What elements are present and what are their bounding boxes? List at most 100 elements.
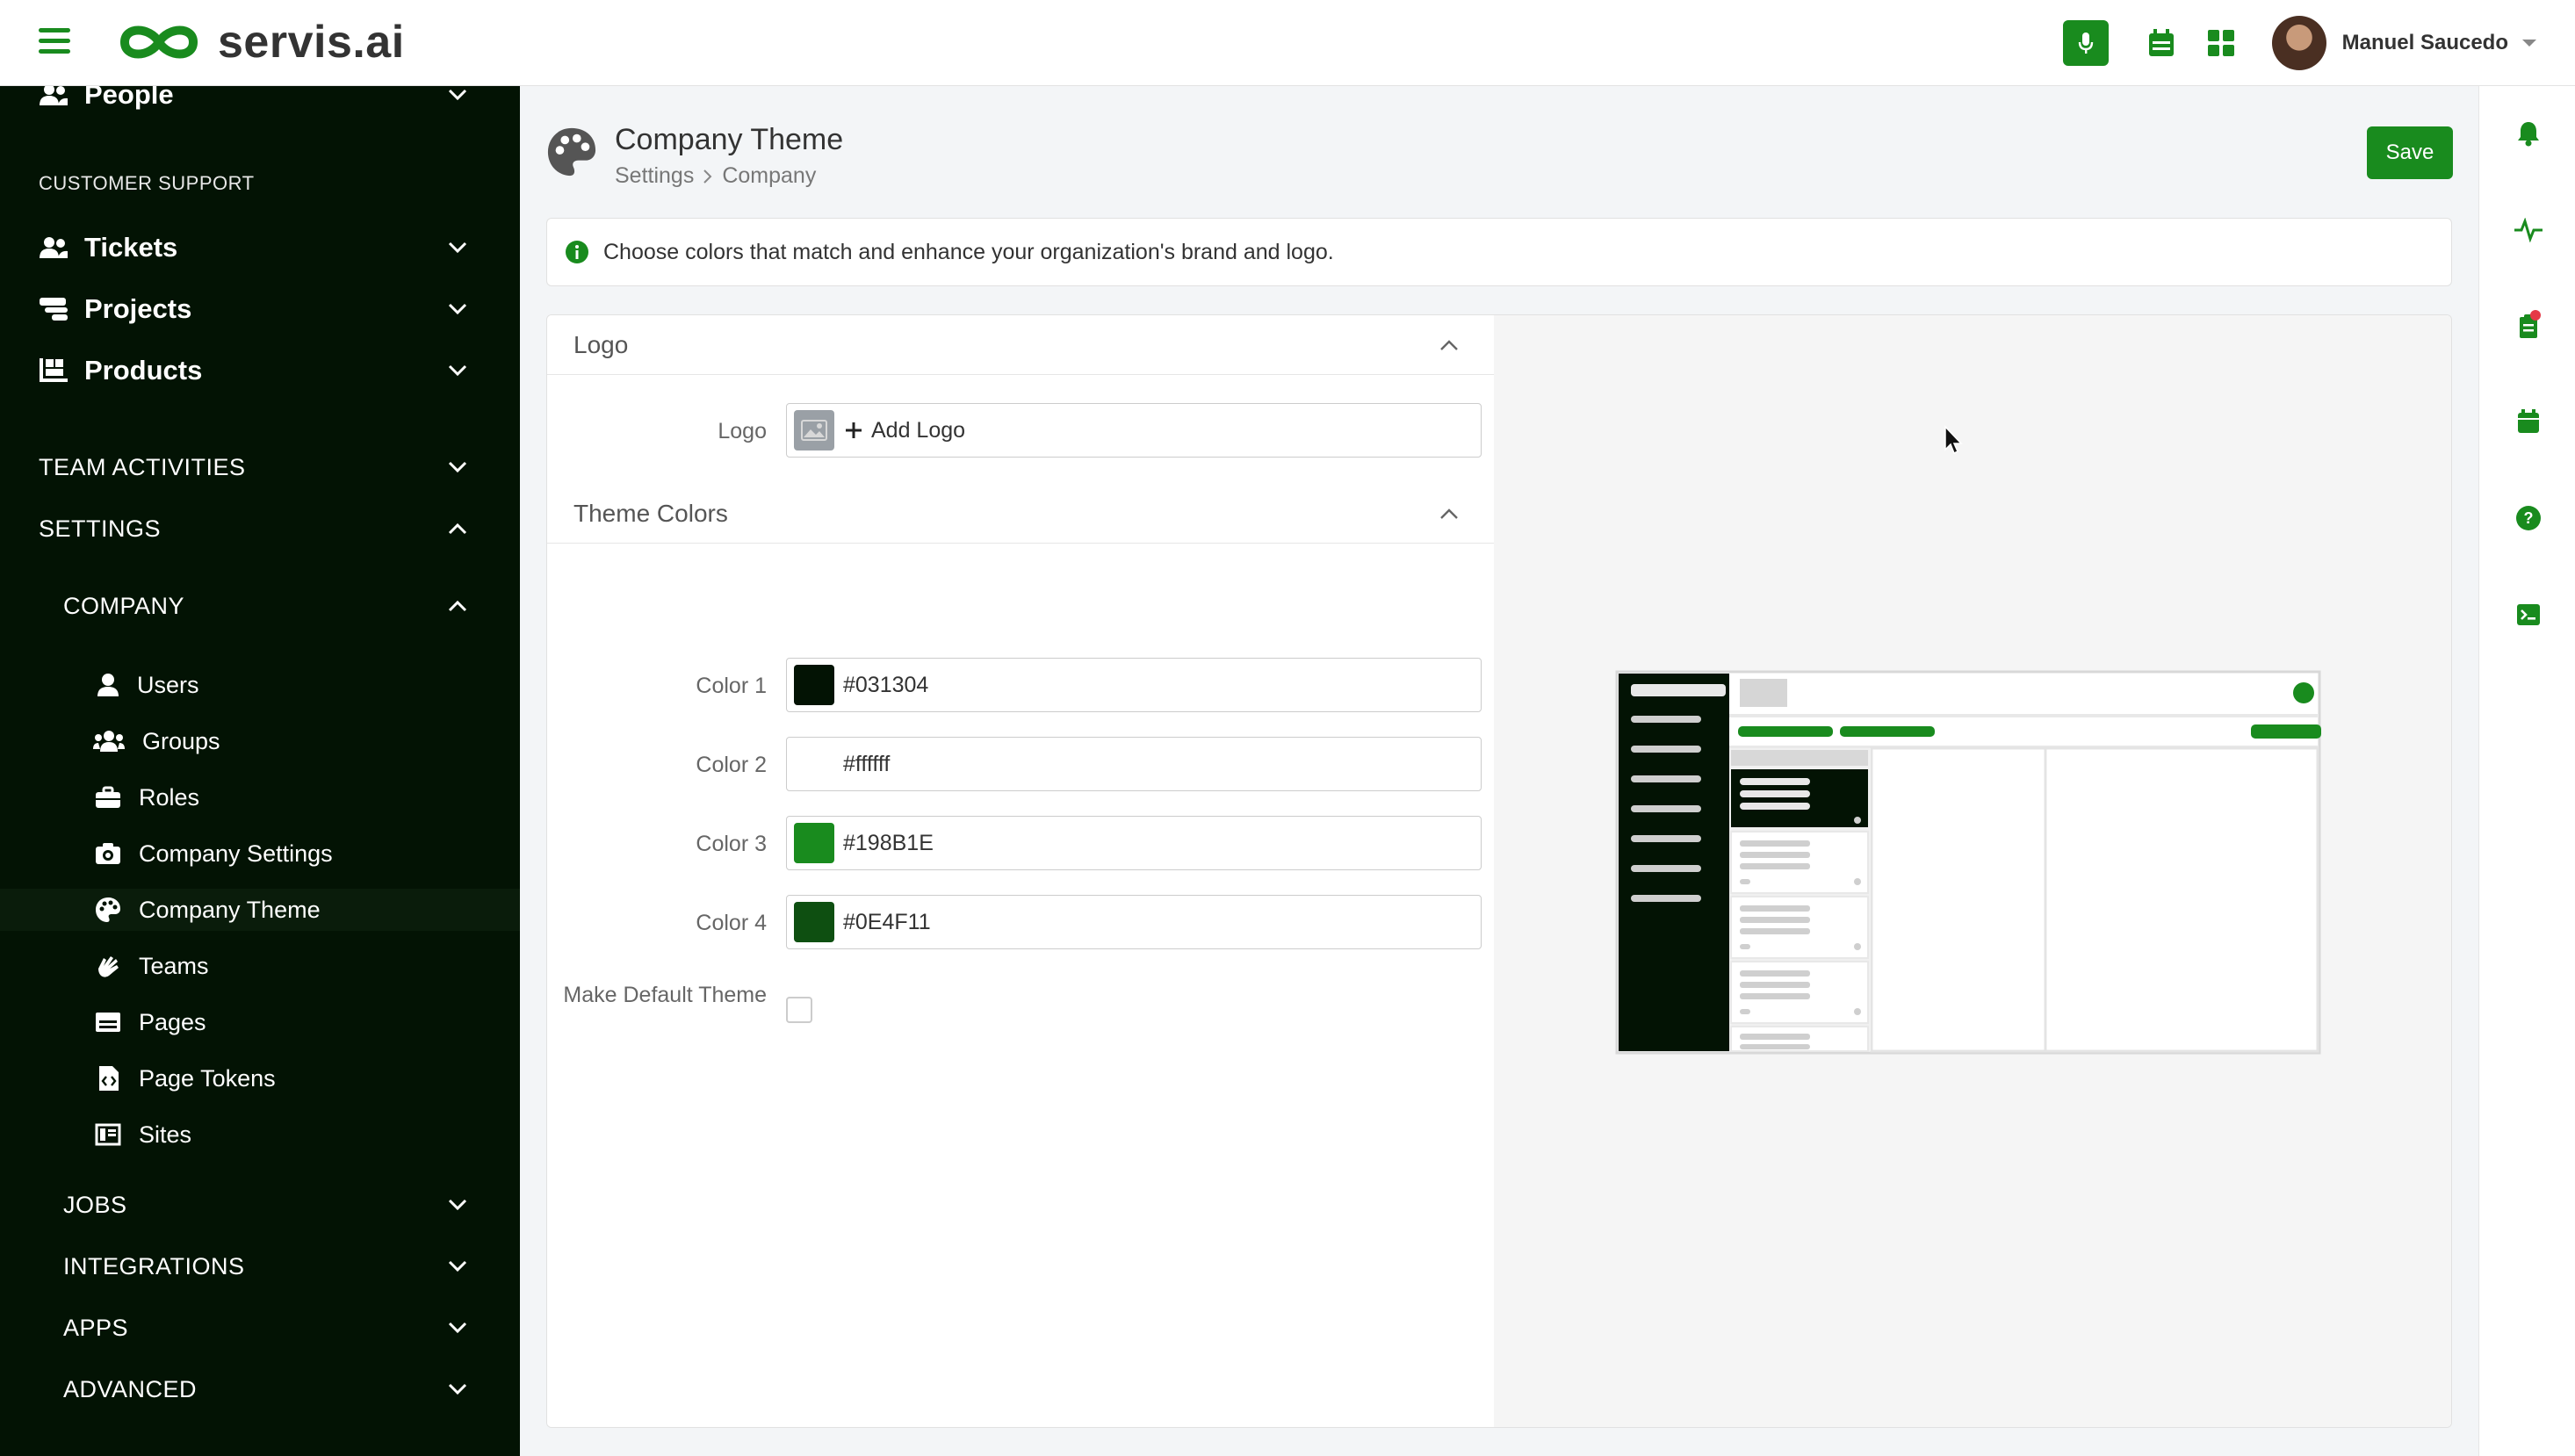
help-icon[interactable]: ? (2513, 502, 2544, 534)
chevron-down-icon (448, 1260, 467, 1272)
logo-section-header[interactable]: Logo (547, 315, 1494, 375)
sidebar-item-apps[interactable]: APPS (0, 1308, 520, 1347)
sidebar-item-users[interactable]: Users (0, 664, 520, 706)
chevron-up-icon (1440, 508, 1458, 519)
chevron-up-icon (448, 523, 467, 535)
sidebar-item-label: Products (84, 355, 203, 386)
groups-icon (93, 731, 125, 752)
theme-preview-area (1494, 315, 2451, 1427)
chevron-down-icon (448, 303, 467, 315)
sidebar-item-team-activities[interactable]: TEAM ACTIVITIES (0, 448, 520, 487)
theme-form: Logo Logo Add Logo Theme Colors Color 1 … (547, 315, 1494, 1427)
color-3-label: Color 3 (696, 832, 767, 856)
main-content: Company Theme Settings Company Save Choo… (520, 86, 2478, 1456)
plus-icon (846, 422, 862, 438)
color-1-label: Color 1 (696, 674, 767, 698)
chevron-down-icon (448, 89, 467, 101)
svg-text:?: ? (2524, 509, 2534, 527)
info-banner: Choose colors that match and enhance you… (546, 218, 2452, 286)
color-4-input[interactable]: #0E4F11 (786, 895, 1482, 949)
chevron-down-icon (448, 241, 467, 254)
add-logo-field[interactable]: Add Logo (786, 403, 1482, 458)
color-4-value: #0E4F11 (843, 909, 931, 934)
preview-sidebar (1619, 674, 1729, 1051)
chevron-down-icon (448, 1383, 467, 1395)
theme-colors-section-header[interactable]: Theme Colors (547, 484, 1494, 544)
theme-preview (1615, 670, 2321, 1055)
chevron-right-icon (703, 169, 712, 184)
sidebar-item-integrations[interactable]: INTEGRATIONS (0, 1247, 520, 1286)
image-placeholder-icon (794, 410, 834, 450)
brand-name: servis.ai (218, 17, 405, 68)
hands-icon (98, 956, 119, 977)
palette-icon (547, 127, 596, 177)
chevron-down-icon (448, 461, 467, 473)
mouse-cursor-icon (1944, 425, 1963, 455)
sidebar-item-products[interactable]: Products (0, 350, 520, 392)
apps-grid-button[interactable] (2198, 20, 2244, 66)
sidebar-item-roles[interactable]: Roles (0, 776, 520, 818)
right-rail: ? (2478, 86, 2575, 1456)
tasks-icon[interactable] (2513, 309, 2544, 341)
brand-logo[interactable]: servis.ai (114, 16, 405, 68)
breadcrumb-settings[interactable]: Settings (615, 163, 694, 189)
logo-field-label: Logo (718, 419, 767, 443)
make-default-theme-label: Make Default Theme (563, 983, 767, 1007)
color-swatch[interactable] (794, 665, 834, 705)
sidebar: People CUSTOMER SUPPORT Tickets Projects… (0, 79, 520, 1456)
palette-icon (96, 897, 120, 922)
avatar[interactable] (2271, 16, 2326, 70)
sidebar-item-pages[interactable]: Pages (0, 1001, 520, 1043)
chevron-down-icon (448, 1199, 467, 1211)
sidebar-item-company-settings[interactable]: Company Settings (0, 833, 520, 875)
briefcase-icon (96, 786, 120, 808)
breadcrumb-company[interactable]: Company (722, 163, 816, 189)
color-2-value: #ffffff (843, 751, 891, 776)
chevron-down-icon (448, 364, 467, 377)
sidebar-item-teams[interactable]: Teams (0, 945, 520, 987)
color-2-input[interactable]: #ffffff (786, 737, 1482, 791)
terminal-icon[interactable] (2513, 599, 2544, 631)
chevron-down-icon[interactable] (2521, 38, 2538, 48)
chevron-up-icon (1440, 339, 1458, 350)
calendar-button[interactable] (2139, 20, 2184, 66)
sidebar-item-page-tokens[interactable]: Page Tokens (0, 1057, 520, 1099)
save-button[interactable]: Save (2367, 126, 2453, 179)
menu-icon[interactable] (39, 28, 70, 54)
color-2-label: Color 2 (696, 753, 767, 777)
file-code-icon (99, 1066, 119, 1091)
grid-icon (2207, 30, 2234, 56)
activity-icon[interactable] (2513, 214, 2544, 246)
microphone-button[interactable] (2062, 20, 2109, 66)
breadcrumb: Settings Company (615, 163, 816, 189)
camera-icon (96, 843, 120, 864)
calendar-icon[interactable] (2513, 406, 2544, 437)
sidebar-item-settings[interactable]: SETTINGS (0, 509, 520, 548)
sidebar-item-sites[interactable]: Sites (0, 1114, 520, 1156)
products-icon (40, 358, 68, 382)
sidebar-item-projects[interactable]: Projects (0, 288, 520, 330)
sidebar-item-groups[interactable]: Groups (0, 720, 520, 762)
sites-icon (95, 1123, 121, 1146)
bell-icon[interactable] (2513, 118, 2544, 149)
make-default-theme-checkbox[interactable] (786, 997, 812, 1023)
sidebar-item-jobs[interactable]: JOBS (0, 1186, 520, 1224)
color-swatch[interactable] (794, 902, 834, 942)
calendar-icon (2148, 29, 2174, 56)
preview-dot (2293, 682, 2314, 703)
theme-panel: Logo Logo Add Logo Theme Colors Color 1 … (546, 314, 2452, 1428)
user-icon (97, 674, 119, 696)
section-title-customer-support: CUSTOMER SUPPORT (39, 172, 255, 194)
sidebar-item-company[interactable]: COMPANY (0, 587, 520, 625)
color-swatch[interactable] (794, 823, 834, 863)
projects-icon (40, 298, 68, 321)
add-logo-label: Add Logo (871, 417, 966, 443)
color-3-input[interactable]: #198B1E (786, 816, 1482, 870)
sidebar-item-tickets[interactable]: Tickets (0, 227, 520, 269)
sidebar-item-label: Projects (84, 293, 192, 324)
sidebar-item-company-theme[interactable]: Company Theme (0, 889, 520, 931)
color-swatch[interactable] (794, 744, 834, 784)
user-name[interactable]: Manuel Saucedo (2342, 31, 2508, 55)
sidebar-item-advanced[interactable]: ADVANCED (0, 1370, 520, 1409)
color-1-input[interactable]: #031304 (786, 658, 1482, 712)
